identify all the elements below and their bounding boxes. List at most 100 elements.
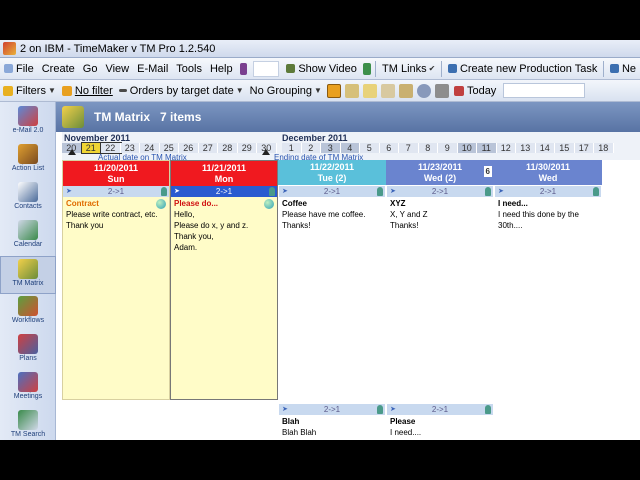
menu-go[interactable]: Go	[79, 59, 102, 79]
toolbar-blank-field[interactable]	[252, 60, 280, 77]
menu-tools[interactable]: Tools	[172, 59, 206, 79]
mail-icon[interactable]	[362, 83, 377, 98]
sidebar-item-tm-matrix[interactable]: TM Matrix	[0, 256, 56, 294]
person-icon	[447, 64, 457, 73]
timeline-day[interactable]: 5	[360, 143, 380, 153]
timeline-day[interactable]: 17	[574, 143, 594, 153]
card-text: Hello,	[174, 210, 195, 219]
timeline-day[interactable]: 11	[477, 143, 497, 153]
timeline-day[interactable]: 7	[399, 143, 419, 153]
filters-button[interactable]: Filters ▼	[0, 81, 59, 101]
calendar-icon[interactable]	[380, 83, 395, 98]
menu-email[interactable]: E-Mail	[133, 59, 172, 79]
timeline-day[interactable]: 21	[80, 142, 102, 154]
tm-links-button[interactable]: TM Links ✔	[378, 59, 439, 79]
timeline-day[interactable]: 18	[594, 143, 614, 153]
new-button[interactable]: Ne	[606, 59, 640, 79]
menu-file[interactable]: File	[0, 59, 38, 79]
day-column-header[interactable]: 11/20/2011 Sun	[63, 161, 169, 186]
sidebar-item-meetings[interactable]: Meetings	[0, 370, 56, 408]
chevron-down-icon: ▼	[314, 86, 322, 95]
card-text: X, Y and Z	[390, 210, 428, 219]
card-body: Contract Please write contract, etc. Tha…	[63, 197, 169, 232]
show-video-button[interactable]: Show Video	[282, 59, 361, 79]
task-card[interactable]: ➤ 2->1 Please do... Hello, Please do x, y…	[171, 186, 277, 254]
lock-icon[interactable]	[326, 83, 341, 98]
grouping-dropdown[interactable]: No Grouping ▼	[247, 81, 325, 101]
person-icon	[485, 405, 491, 414]
task-card[interactable]: ➤ 2->1 Contract Please write contract, et…	[63, 186, 169, 232]
task-card[interactable]: ➤ 2->1 Blah Blah Blah	[279, 404, 385, 439]
sidebar-item-contacts[interactable]: Contacts	[0, 180, 56, 218]
sidebar-item-plans[interactable]: Plans	[0, 332, 56, 370]
timeline-day[interactable]: 28	[218, 143, 238, 153]
person-icon	[377, 405, 383, 414]
sidebar-item-calendar[interactable]: Calendar	[0, 218, 56, 256]
status-icon	[264, 199, 274, 209]
timeline-day[interactable]: 10	[457, 143, 477, 153]
timeline-day[interactable]: 13	[516, 143, 536, 153]
date-timeline[interactable]: November 2011 December 2011 20 21 22 23 24 25…	[62, 132, 640, 162]
ending-date-marker	[262, 149, 270, 155]
orders-by-dropdown[interactable]: Orders by target date ▼	[116, 81, 247, 101]
document-icon[interactable]	[344, 83, 359, 98]
title-bar: 2 on IBM - TimeMaker v TM Pro 1.2.540	[0, 40, 640, 58]
sidebar-item-email[interactable]: e-Mail 2.0	[0, 104, 56, 142]
timeline-day[interactable]: 4	[340, 143, 360, 153]
card-text: Thanks!	[282, 221, 311, 230]
timeline-day[interactable]: 1	[282, 143, 302, 153]
sidebar-item-workflows[interactable]: Workflows	[0, 294, 56, 332]
day-column-header[interactable]: 11/21/2011 Mon	[171, 161, 277, 186]
timeline-day[interactable]: 25	[159, 143, 179, 153]
timeline-day[interactable]: 3	[321, 143, 341, 153]
timeline-day[interactable]: 9	[438, 143, 458, 153]
timeline-day[interactable]: 12	[496, 143, 516, 153]
timeline-day[interactable]: 2	[301, 143, 321, 153]
day-column-header[interactable]: 11/23/2011 Wed (2) 6	[386, 160, 494, 185]
card-priority-bar: ➤ 2->1	[387, 404, 493, 415]
day-column-header[interactable]: 11/22/2011 Tue (2)	[278, 160, 386, 185]
settings-icon[interactable]	[434, 83, 449, 98]
timeline-day[interactable]: 27	[198, 143, 218, 153]
globe-icon[interactable]	[416, 83, 431, 98]
timeline-day[interactable]: 8	[418, 143, 438, 153]
arrow-icon: ➤	[282, 406, 288, 413]
today-button[interactable]: Today	[451, 81, 499, 101]
card-text: Please do x, y and z.	[174, 221, 249, 230]
task-card[interactable]: ➤ 2->1 I need... I need this done by the …	[495, 186, 601, 232]
menu-view[interactable]: View	[101, 59, 133, 79]
chart-icon[interactable]	[398, 83, 413, 98]
timeline-day[interactable]: 14	[535, 143, 555, 153]
day-column-header[interactable]: 11/30/2011 Wed	[494, 160, 602, 185]
no-filter-button[interactable]: No filter	[59, 81, 116, 101]
person-icon	[485, 187, 491, 196]
timeline-day[interactable]: 22	[100, 142, 122, 154]
arrow-icon: ➤	[390, 406, 396, 413]
timeline-day[interactable]: 15	[555, 143, 575, 153]
card-text: 30th....	[498, 221, 523, 230]
sidebar-item-tm-search[interactable]: TM Search	[0, 408, 56, 440]
links-icon[interactable]	[362, 62, 372, 75]
card-body: XYZ X, Y and Z Thanks!	[387, 197, 493, 232]
menu-help[interactable]: Help	[206, 59, 237, 79]
task-card[interactable]: ➤ 2->1 Coffee Please have me coffee. Than…	[279, 186, 385, 232]
task-card[interactable]: ➤ 2->1 XYZ X, Y and Z Thanks!	[387, 186, 493, 232]
create-production-task-button[interactable]: Create new Production Task	[444, 59, 601, 79]
menu-create[interactable]: Create	[38, 59, 79, 79]
timeline-day[interactable]: 23	[120, 143, 140, 153]
task-card[interactable]: ➤ 2->1 Please I need....	[387, 404, 493, 439]
menu-bar: File Create Go View E-Mail Tools Help Sh…	[0, 58, 640, 80]
timeline-day[interactable]: 26	[179, 143, 199, 153]
book-icon[interactable]	[239, 62, 247, 75]
card-priority-bar: ➤ 2->1	[63, 186, 169, 197]
search-input[interactable]	[503, 83, 586, 98]
card-text: Thanks!	[390, 221, 419, 230]
card-body: Blah Blah Blah	[279, 415, 385, 439]
status-icon	[156, 199, 166, 209]
sidebar-item-action-list[interactable]: Action List	[0, 142, 56, 180]
timeline-day[interactable]: 6	[379, 143, 399, 153]
filter-toolbar: Filters ▼ No filter Orders by target date…	[0, 80, 640, 102]
timeline-day[interactable]: 29	[237, 143, 257, 153]
timeline-day[interactable]: 24	[140, 143, 160, 153]
card-title: Blah	[282, 417, 300, 426]
